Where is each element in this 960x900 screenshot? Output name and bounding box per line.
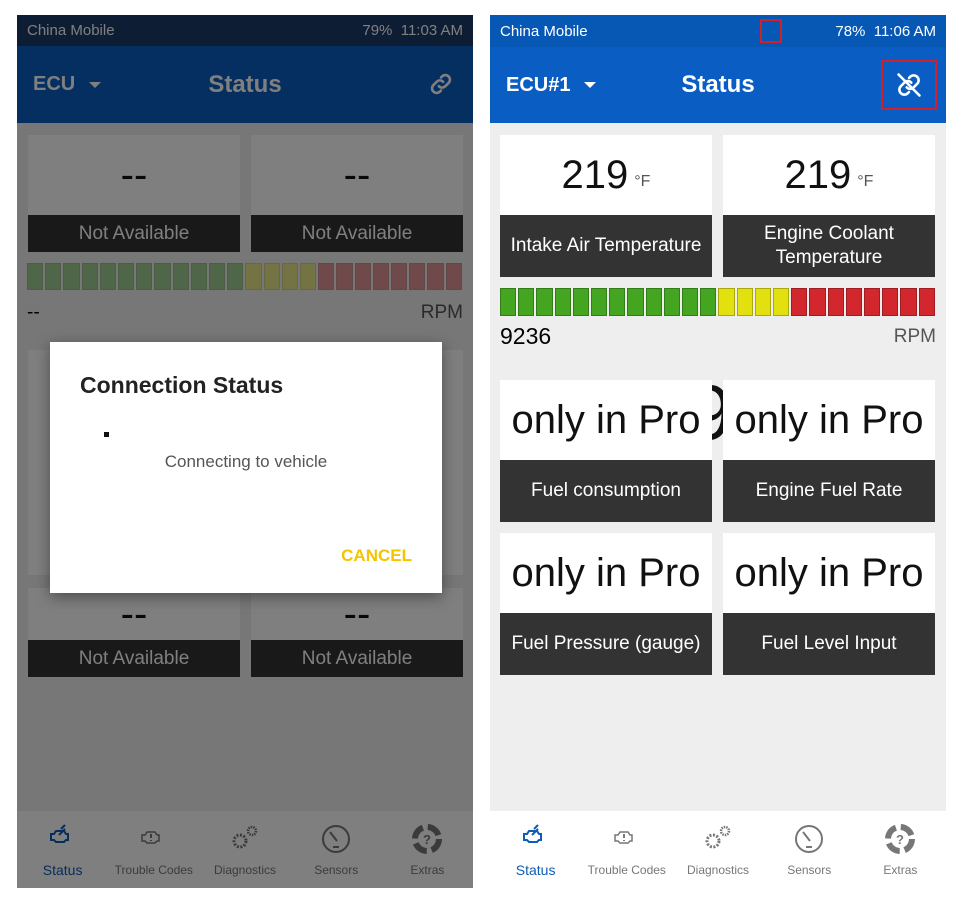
gauge-segment xyxy=(718,288,735,316)
tile-unit: °F xyxy=(634,173,651,190)
tile-intake-air-temp: 219 °F Intake Air Temperature xyxy=(500,135,712,277)
gauge-segment xyxy=(900,288,917,316)
gauge-segment xyxy=(572,288,590,316)
tile-pro-locked: only in Pro Engine Fuel Rate xyxy=(723,380,935,522)
gauge-segment xyxy=(736,288,753,316)
ecu-selector[interactable]: ECU#1 xyxy=(506,73,597,97)
gauge-segment xyxy=(609,288,626,316)
dialog-title: Connection Status xyxy=(80,372,284,398)
gauge-segment xyxy=(827,288,844,316)
status-bar: China Mobile 78% 11:06 AM xyxy=(490,15,946,47)
carrier: China Mobile xyxy=(500,22,588,40)
svg-text:?: ? xyxy=(896,832,904,847)
engine-status-icon xyxy=(520,822,552,857)
tile-unit: °F xyxy=(857,173,874,190)
tile-value: only in Pro xyxy=(734,397,924,442)
tile-label: Engine Coolant Temperature xyxy=(723,215,935,277)
bottom-nav: Status Trouble Codes Diagnostics Sensors? Ex… xyxy=(490,811,946,888)
cancel-button[interactable]: CANCEL xyxy=(341,546,412,566)
gauge-segment xyxy=(700,288,717,316)
nav-label: Sensors xyxy=(787,862,832,877)
nav-item-extras[interactable]: ? Extras xyxy=(855,811,946,888)
tile-label: Engine Fuel Rate xyxy=(723,460,935,522)
help-lifebuoy-icon: ? xyxy=(884,823,916,858)
gauge-segment xyxy=(773,288,790,316)
gauge-segment xyxy=(627,288,644,316)
nav-item-sensors[interactable]: Sensors xyxy=(764,811,855,888)
tile-value: 219 xyxy=(784,152,852,197)
battery: 78% xyxy=(835,22,866,40)
tile-value: 219 xyxy=(561,152,629,197)
rpm-value: 9236 xyxy=(500,323,552,349)
connection-dialog: Connection Status Connecting to vehicle … xyxy=(50,342,442,593)
tile-value: only in Pro xyxy=(511,550,701,595)
nav-item-status[interactable]: Status xyxy=(490,811,581,888)
phone-connected: China Mobile 78% 11:06 AM ECU#1 Status 2… xyxy=(490,15,946,888)
engine-warning-icon xyxy=(611,823,643,858)
tile-label: Fuel Pressure (gauge) xyxy=(500,613,712,675)
spinner-icon xyxy=(104,432,109,437)
gauge-segment xyxy=(882,288,899,316)
unlink-icon[interactable] xyxy=(881,60,937,110)
nav-label: Diagnostics xyxy=(686,862,750,877)
gauge-segment xyxy=(663,288,681,316)
tile-pro-locked: only in Pro Fuel Level Input xyxy=(723,533,935,675)
dialog-message: Connecting to vehicle xyxy=(164,452,328,471)
nav-label: Status xyxy=(515,861,556,878)
tile-pro-locked: only in Pro Fuel consumption xyxy=(500,380,712,522)
nav-item-trouble-codes[interactable]: Trouble Codes xyxy=(581,811,672,888)
gauge-segment xyxy=(518,288,535,316)
gauge-segment xyxy=(845,288,863,316)
app-header: ECU#1 Status xyxy=(490,47,946,123)
tile-engine-coolant-temp: 219 °F Engine Coolant Temperature xyxy=(723,135,935,277)
gauge-segment xyxy=(754,288,772,316)
nav-label: Extras xyxy=(883,862,918,877)
phone-connecting: China Mobile 79% 11:03 AM ECU Status --N… xyxy=(17,15,473,888)
gauge-segment xyxy=(500,288,517,316)
rpm-gauge xyxy=(500,288,935,316)
gauge-segment xyxy=(645,288,662,316)
nav-item-diagnostics[interactable]: Diagnostics xyxy=(672,811,763,888)
gauge-segment xyxy=(591,288,608,316)
tile-label: Intake Air Temperature xyxy=(500,215,712,277)
gauge-segment xyxy=(536,288,553,316)
ecu-label: ECU#1 xyxy=(506,73,571,96)
tile-value: only in Pro xyxy=(511,397,701,442)
caret-down-icon xyxy=(584,82,597,89)
gauge-segment xyxy=(864,288,881,316)
gauge-segment xyxy=(791,288,808,316)
gauge-segment xyxy=(682,288,699,316)
tile-value: only in Pro xyxy=(734,550,924,595)
clock: 11:06 AM xyxy=(873,22,936,40)
gauge-segment xyxy=(918,288,935,316)
gears-icon xyxy=(702,823,734,858)
wifi-highlight xyxy=(760,19,782,43)
gauge-icon xyxy=(793,823,825,858)
nav-label: Trouble Codes xyxy=(587,862,666,877)
tile-pro-locked: only in Pro Fuel Pressure (gauge) xyxy=(500,533,712,675)
tile-label: Fuel Level Input xyxy=(723,613,935,675)
tile-label: Fuel consumption xyxy=(500,460,712,522)
gauge-segment xyxy=(554,288,571,316)
rpm-unit: RPM xyxy=(893,326,936,347)
gauge-segment xyxy=(809,288,826,316)
